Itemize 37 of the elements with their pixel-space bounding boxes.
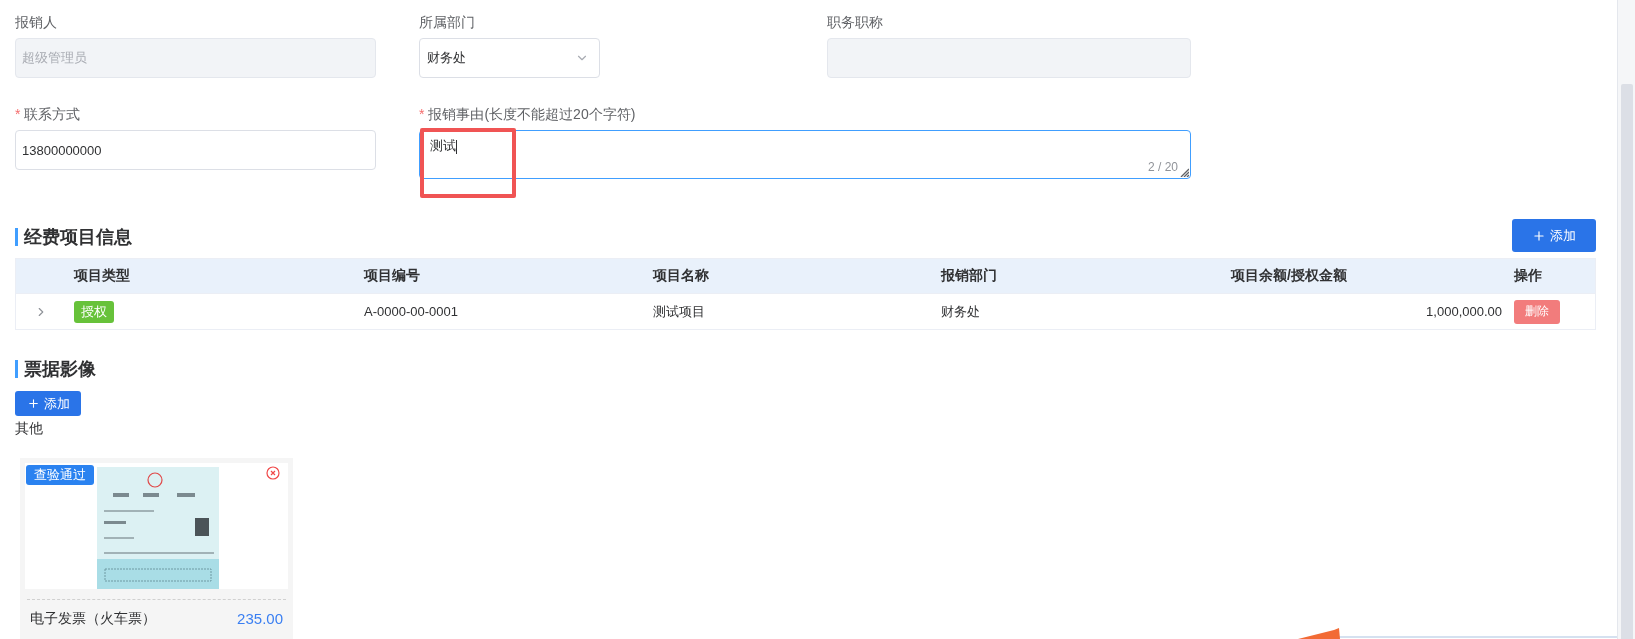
table-cell-text: 1,000,000.00 [1425, 304, 1503, 319]
scrollbar[interactable] [1617, 0, 1635, 639]
close-icon[interactable] [266, 466, 280, 480]
arrow-drawing [1298, 628, 1340, 639]
field-label: 联系方式 [24, 106, 81, 122]
column-header: 项目类型 [74, 267, 131, 285]
resize-handle-icon [1179, 167, 1189, 177]
plus-icon [26, 397, 40, 410]
field-label: 报销人 [15, 14, 57, 30]
character-counter: 2 / 20 [1147, 160, 1178, 174]
receipt-amount: 235.00 [237, 610, 283, 628]
input-field[interactable]: 13800000000 [15, 130, 376, 170]
column-header: 报销部门 [941, 267, 998, 285]
column-header: 项目名称 [653, 267, 710, 285]
column-header: 项目余额/授权金额 [1229, 267, 1348, 285]
required-mark: * [419, 106, 425, 122]
group-label: 其他 [15, 420, 44, 438]
add-button[interactable]: 添加 [15, 391, 81, 416]
table-cell-text: 财务处 [941, 302, 981, 321]
section-title: 票据影像 [15, 360, 96, 378]
add-button[interactable]: 添加 [1512, 219, 1596, 252]
delete-button[interactable]: 删除 [1514, 299, 1560, 324]
type-tag: 授权 [74, 300, 114, 323]
table-cell-text: A-0000-00-0001 [364, 304, 459, 319]
select-field[interactable]: 财务处 [419, 38, 600, 78]
status-badge: 查验通过 [26, 465, 94, 485]
plus-icon [1532, 228, 1546, 243]
column-header: 操作 [1514, 267, 1543, 285]
required-mark: * [15, 106, 21, 122]
receipt-title: 电子发票（火车票） [30, 610, 156, 628]
table-cell-text: 测试项目 [653, 302, 706, 321]
field-label: 所属部门 [419, 14, 475, 30]
textarea-field[interactable]: 测试 2 / 20 [419, 130, 1191, 179]
column-header: 项目编号 [364, 267, 421, 285]
field-label: 职务职称 [827, 14, 883, 30]
section-title: 经费项目信息 [15, 228, 132, 246]
field-label: 报销事由(长度不能超过20个字符) [428, 106, 636, 122]
